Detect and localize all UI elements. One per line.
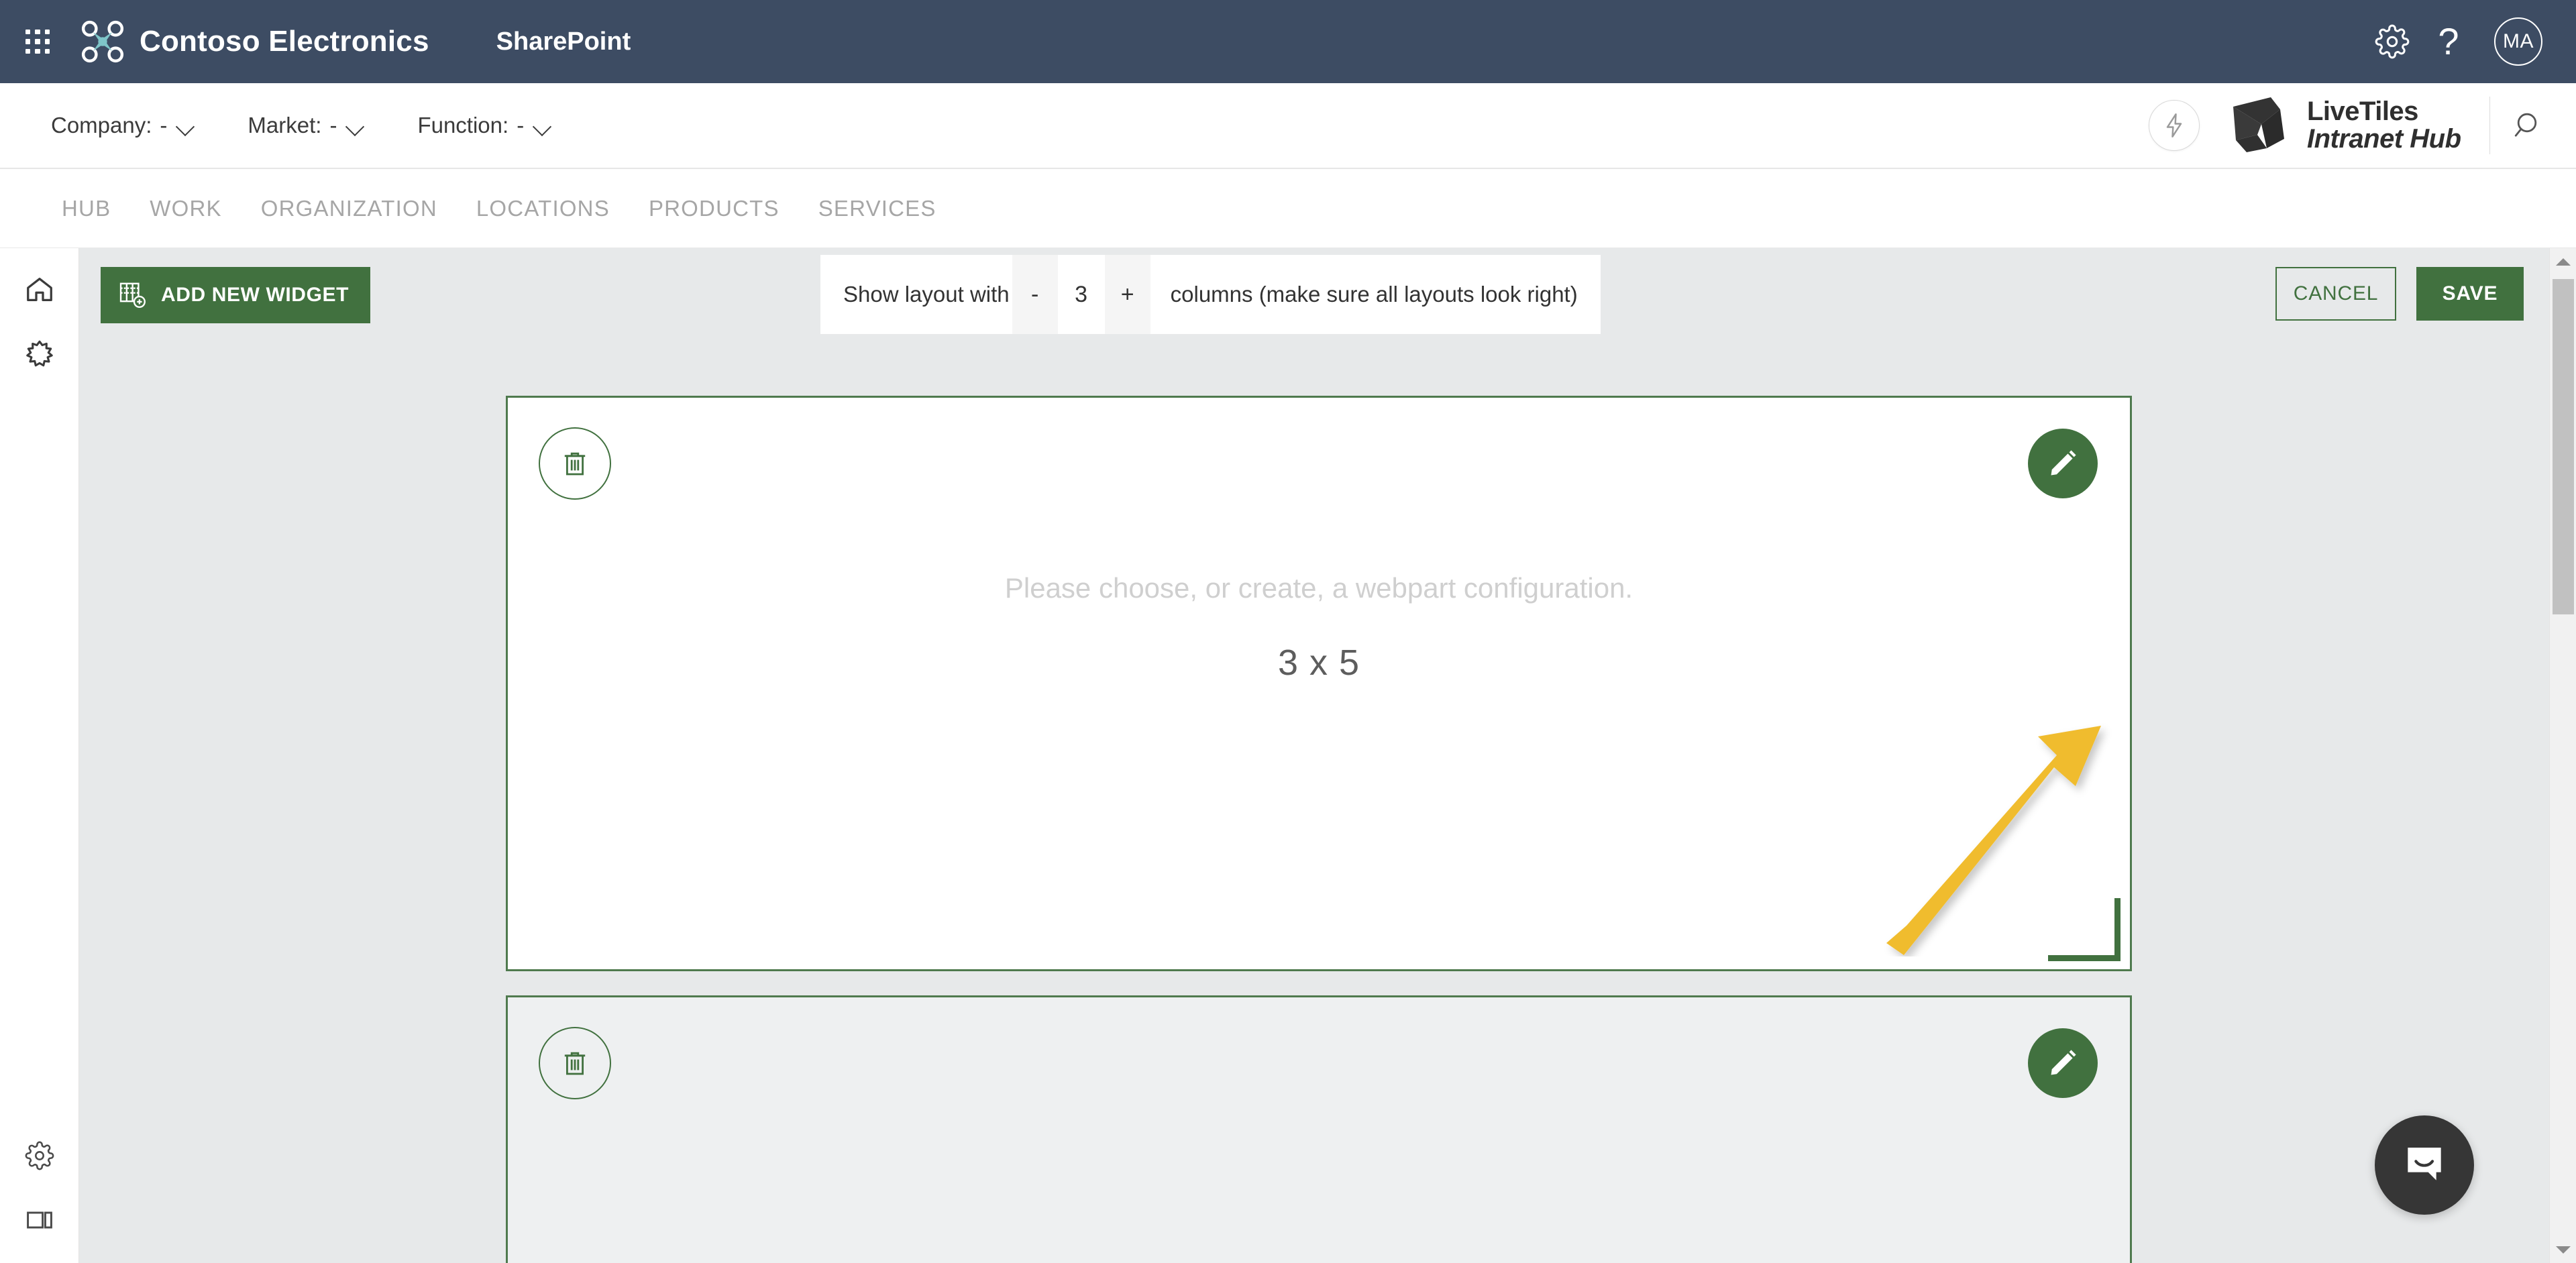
nav-item-work[interactable]: WORK: [150, 196, 221, 221]
panel-layout-icon[interactable]: [0, 1188, 79, 1252]
filter-function-value: -: [517, 113, 525, 138]
suite-bar-actions: ? MA: [2364, 13, 2576, 70]
decrement-columns-button[interactable]: -: [1012, 255, 1058, 334]
add-grid-icon: [119, 282, 146, 308]
question-mark-icon[interactable]: ?: [2420, 13, 2477, 70]
contoso-drone-logo: [81, 20, 124, 63]
widget-placeholder: Please choose, or create, a webpart conf…: [508, 572, 2130, 683]
gear-icon[interactable]: [0, 1123, 79, 1188]
livetiles-cube-logo: [2233, 97, 2284, 152]
editor-toolbar: ADD NEW WIDGET Show layout with - 3 + co…: [79, 255, 2548, 334]
save-button[interactable]: SAVE: [2416, 267, 2524, 321]
nav-item-organization[interactable]: ORGANIZATION: [261, 196, 437, 221]
filter-market[interactable]: Market: -: [248, 113, 365, 138]
cancel-button[interactable]: CANCEL: [2275, 267, 2396, 321]
product-name-line1: LiveTiles: [2306, 97, 2418, 127]
waffle-grid-icon[interactable]: [19, 23, 56, 60]
add-new-widget-button[interactable]: ADD NEW WIDGET: [101, 267, 371, 323]
resize-corner-icon[interactable]: [2048, 898, 2121, 961]
layout-columns-control: Show layout with - 3 + columns (make sur…: [820, 255, 1601, 334]
nav-item-services[interactable]: SERVICES: [818, 196, 936, 221]
gear-icon[interactable]: [2364, 13, 2420, 70]
chevron-down-icon: [535, 120, 552, 131]
increment-columns-button[interactable]: +: [1104, 255, 1150, 334]
nav-item-locations[interactable]: LOCATIONS: [476, 196, 610, 221]
product-logo[interactable]: LiveTiles Intranet Hub: [2228, 92, 2461, 159]
product-logo-text: LiveTiles Intranet Hub: [2307, 98, 2461, 153]
filter-company[interactable]: Company: -: [51, 113, 195, 138]
divider: [2489, 97, 2490, 154]
filter-company-value: -: [160, 113, 168, 138]
layout-lead-label: Show layout with: [843, 282, 1010, 307]
scroll-up-arrow-icon[interactable]: [2550, 248, 2576, 275]
help-glyph: ?: [2438, 20, 2459, 62]
layout-trail-label: columns (make sure all layouts look righ…: [1170, 282, 1578, 307]
chat-bubble-glyph: [2408, 1148, 2441, 1180]
left-rail: [0, 248, 79, 1263]
search-icon[interactable]: [2497, 94, 2560, 157]
add-new-widget-label: ADD NEW WIDGET: [161, 284, 350, 306]
filter-market-value: -: [329, 113, 337, 138]
suite-app-name[interactable]: SharePoint: [496, 28, 631, 56]
filter-function-label: Function:: [417, 113, 509, 138]
nav-item-hub[interactable]: HUB: [62, 196, 111, 221]
widget-hint-text: Please choose, or create, a webpart conf…: [1004, 572, 1633, 604]
home-icon[interactable]: [0, 258, 79, 322]
left-rail-bottom-group: [0, 1123, 79, 1252]
filter-function[interactable]: Function: -: [417, 113, 552, 138]
lightning-bolt-icon[interactable]: [2148, 100, 2200, 151]
scroll-down-arrow-icon[interactable]: [2550, 1236, 2576, 1263]
scrollbar-thumb[interactable]: [2553, 279, 2574, 614]
chevron-down-icon: [178, 120, 195, 131]
filter-market-label: Market:: [248, 113, 322, 138]
left-rail-top-group: [0, 248, 79, 386]
product-name-line2: Intranet Hub: [2306, 124, 2461, 154]
main-navigation: HUB WORK ORGANIZATION LOCATIONS PRODUCTS…: [0, 169, 2576, 248]
nav-item-products[interactable]: PRODUCTS: [649, 196, 780, 221]
delete-widget-button[interactable]: [539, 1027, 611, 1099]
pencil-icon: [2051, 1050, 2076, 1075]
avatar[interactable]: MA: [2494, 17, 2542, 66]
starburst-icon[interactable]: [0, 322, 79, 386]
widget-card[interactable]: Please choose, or create, a webpart conf…: [506, 396, 2132, 971]
suite-brand-title[interactable]: Contoso Electronics: [140, 25, 429, 58]
columns-value: 3: [1075, 281, 1088, 307]
trash-icon: [564, 452, 586, 476]
suite-bar: Contoso Electronics SharePoint ? MA: [0, 0, 2576, 83]
chevron-down-icon: [347, 120, 365, 131]
filter-bar-right: LiveTiles Intranet Hub: [2148, 83, 2576, 168]
delete-widget-button[interactable]: [539, 427, 611, 500]
edit-widget-button[interactable]: [2028, 1028, 2098, 1098]
widget-canvas: ADD NEW WIDGET Show layout with - 3 + co…: [79, 248, 2563, 1263]
vertical-scrollbar[interactable]: [2549, 248, 2576, 1263]
trash-icon: [564, 1052, 586, 1075]
pencil-icon: [2051, 450, 2076, 476]
edit-widget-button[interactable]: [2028, 429, 2098, 498]
filter-bar: Company: - Market: - Function: - LiveTil: [0, 83, 2576, 169]
widget-dimensions: 3 x 5: [1277, 643, 1360, 683]
chat-bubble-icon[interactable]: [2375, 1115, 2474, 1215]
widget-card[interactable]: [506, 995, 2132, 1263]
filter-company-label: Company:: [51, 113, 152, 138]
